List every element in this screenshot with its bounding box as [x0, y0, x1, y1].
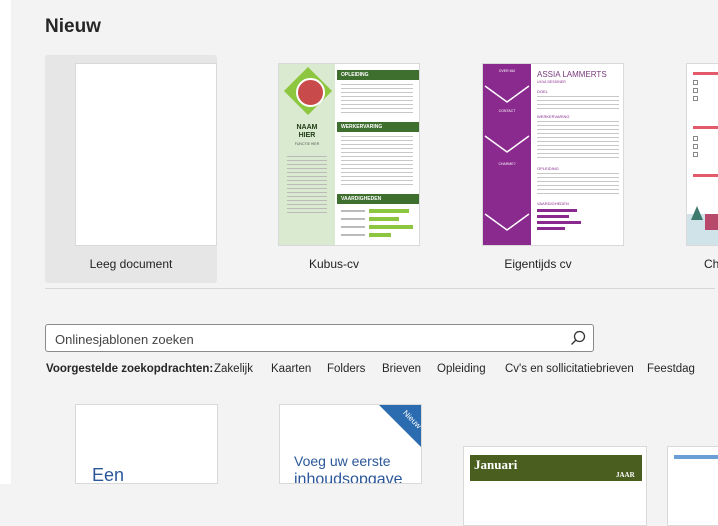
cv-vaardigheden: VAARDIGHEDEN [537, 201, 569, 206]
cv-section-opleiding: OPLEIDING [337, 70, 419, 80]
online-templates-search[interactable] [45, 324, 594, 352]
suggestion-feestdag[interactable]: Feestdag [647, 363, 695, 375]
cv-contact: CONTACT [498, 109, 516, 113]
suggested-searches-label: Voorgestelde zoekopdrachten: [46, 363, 214, 375]
partial-thumbnail [686, 63, 718, 246]
left-nav-strip [0, 0, 11, 484]
cv-role: FUNCTIE HIER [294, 142, 320, 146]
template-label: Eigentijds cv [504, 257, 572, 271]
template-blank-document[interactable]: Leeg document [45, 55, 217, 283]
suggestion-brieven[interactable]: Brieven [382, 363, 421, 375]
online-template-card-4[interactable] [667, 446, 718, 526]
online-template-card-2[interactable]: Nieuw Voeg uw eerste inhoudsopgave [279, 404, 422, 484]
eigentijds-cv-thumbnail: OVER MIJ CONTACT CHARME? ASSIA LAMMERTS … [482, 63, 624, 246]
cv-name-line1: NAAM [296, 124, 318, 131]
cv-over-mij: OVER MIJ [498, 69, 516, 73]
suggestion-zakelijk[interactable]: Zakelijk [214, 363, 253, 375]
search-icon[interactable] [569, 329, 587, 347]
cv-hobby: CHARME? [498, 162, 516, 166]
template-label: Leeg document [89, 257, 173, 271]
cv-name-line2: HIER [298, 132, 316, 139]
template-label: Kubus-cv [308, 257, 360, 271]
template-partial-ch[interactable]: Ch [656, 55, 718, 283]
template-label: Ch [704, 257, 718, 271]
cv-section-vaardigheden: VAARDIGHEDEN [337, 194, 419, 204]
cv-role: UX/UI-DESIGNER [537, 80, 566, 84]
card-title-text: Een [92, 465, 125, 484]
search-input[interactable] [53, 329, 557, 349]
cv-section-werkervaring: WERKERVARING [337, 122, 419, 132]
suggestion-opleiding[interactable]: Opleiding [437, 363, 486, 375]
template-kubus-cv[interactable]: NAAM HIER FUNCTIE HIER OPLEIDING WERKERV… [248, 55, 420, 283]
cv-opleiding: OPLEIDING [537, 166, 559, 171]
card-line-1: Voeg uw eerste [294, 453, 391, 469]
suggestion-folders[interactable]: Folders [327, 363, 365, 375]
calendar-month: Januari [474, 457, 518, 472]
section-divider [45, 288, 715, 289]
page-title: Nieuw [45, 16, 101, 37]
cv-werkervaring: WERKERVARING [537, 114, 570, 119]
suggestion-cvs[interactable]: Cv's en sollicitatiebrieven [505, 363, 634, 375]
chevron-decoration-icon [484, 85, 530, 231]
online-template-card-1[interactable]: Een [75, 404, 218, 484]
cv-doel: DOEL [537, 89, 548, 94]
blank-thumbnail [75, 63, 217, 246]
cv-name: ASSIA LAMMERTS [537, 70, 607, 79]
calendar-year: JAAR [616, 471, 635, 479]
template-eigentijds-cv[interactable]: OVER MIJ CONTACT CHARME? ASSIA LAMMERTS … [452, 55, 624, 283]
card-line-2: inhoudsopgave [294, 471, 403, 484]
online-template-card-3[interactable]: Januari JAAR [463, 446, 647, 526]
kubus-cv-thumbnail: NAAM HIER FUNCTIE HIER OPLEIDING WERKERV… [278, 63, 420, 246]
suggestion-kaarten[interactable]: Kaarten [271, 363, 311, 375]
